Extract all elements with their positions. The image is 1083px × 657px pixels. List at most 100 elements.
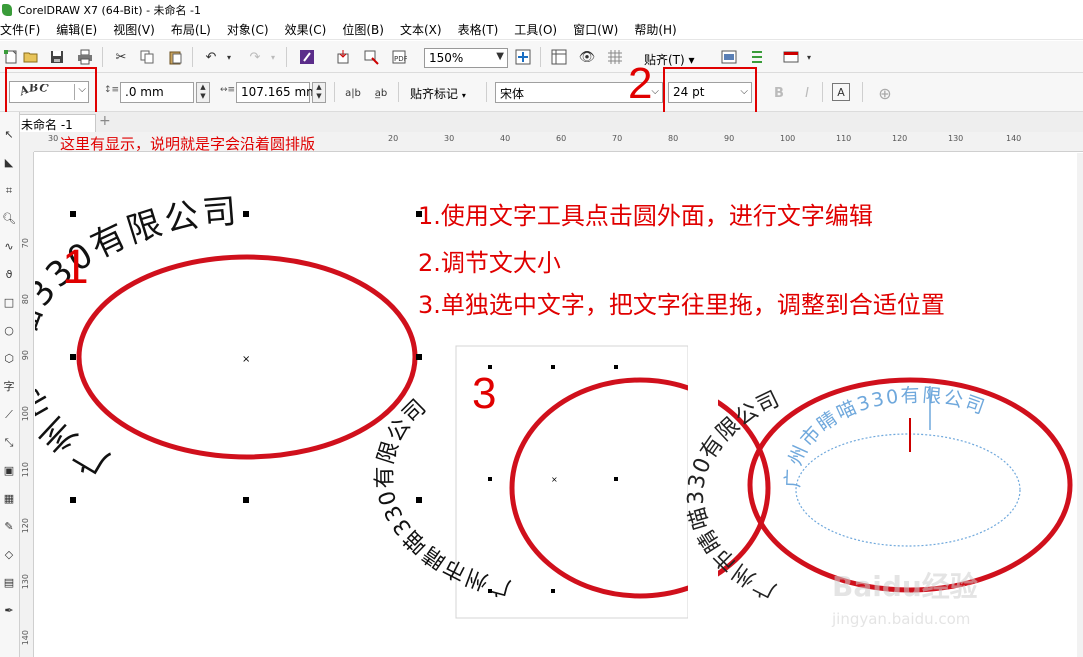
mirror-horizontal-icon[interactable]: a|b bbox=[344, 84, 362, 102]
application-launcher-icon[interactable] bbox=[748, 48, 766, 66]
menu-table[interactable]: 表格(T) bbox=[450, 21, 507, 38]
redo-dropdown-icon[interactable]: ▾ bbox=[264, 48, 282, 66]
text-properties-icon[interactable]: A bbox=[832, 83, 850, 101]
toolbox: ↖ ◣ ⌗ 🔍︎ ∿ ϑ □ ○ ⬡ 字 ⟋ ⤡ ▣ ▦ ✎ ◇ ▤ ✒ bbox=[0, 112, 20, 657]
step-1-annotation: 1.使用文字工具点击圆外面，进行文字编辑 bbox=[418, 202, 873, 230]
bold-icon[interactable]: B bbox=[770, 84, 788, 102]
ruler-tick: 20 bbox=[388, 134, 399, 143]
offset-icon: ↔≡ bbox=[220, 85, 236, 95]
menu-bar: 文件(F) 编辑(E) 视图(V) 布局(L) 对象(C) 效果(C) 位图(B… bbox=[0, 20, 1083, 40]
ruler-tick: 70 bbox=[612, 134, 623, 143]
paste-icon[interactable] bbox=[166, 48, 184, 66]
text-tool-icon[interactable]: 字 bbox=[2, 380, 16, 394]
standard-toolbar: ✂ ↶ ▾ ↷ ▾ PDF 150% ▼ 👁 贴齐(T) ▾ ▾ bbox=[0, 41, 1083, 73]
menu-layout[interactable]: 布局(L) bbox=[163, 21, 219, 38]
undo-dropdown-icon[interactable]: ▾ bbox=[220, 48, 238, 66]
interactive-fill-icon[interactable]: ◇ bbox=[2, 548, 16, 562]
shape-tool-icon[interactable]: ◣ bbox=[2, 156, 16, 170]
zoom-level-select[interactable]: 150% ▼ bbox=[424, 48, 508, 68]
artistic-media-icon[interactable]: ϑ bbox=[2, 268, 16, 282]
add-tab-icon[interactable]: + bbox=[99, 113, 111, 129]
annotation-number-2: 2 bbox=[628, 59, 653, 108]
ruler-tick: 120 bbox=[21, 518, 30, 534]
menu-tools[interactable]: 工具(O) bbox=[506, 21, 565, 38]
ruler-annotation: 这里有显示，说明就是字会沿着圆排版 bbox=[60, 135, 316, 153]
coreldraw-logo-icon bbox=[2, 3, 12, 16]
inner-dashed-ellipse bbox=[795, 433, 1021, 547]
full-screen-preview-icon[interactable] bbox=[514, 48, 532, 66]
redo-icon[interactable]: ↷ bbox=[246, 48, 264, 66]
freehand-tool-icon[interactable]: ∿ bbox=[2, 240, 16, 254]
save-icon[interactable] bbox=[48, 48, 66, 66]
rectangle-tool-icon[interactable]: □ bbox=[2, 296, 16, 310]
zoom-tool-icon[interactable]: 🔍︎ bbox=[2, 212, 16, 226]
svg-text:PDF: PDF bbox=[394, 55, 407, 63]
cut-icon[interactable]: ✂ bbox=[112, 48, 130, 66]
ruler-tick: 90 bbox=[724, 134, 735, 143]
main-arc-text: 广州市睛喵330有限公司 bbox=[35, 191, 241, 483]
show-rulers-icon[interactable] bbox=[550, 48, 568, 66]
menu-effects[interactable]: 效果(C) bbox=[277, 21, 335, 38]
menu-edit[interactable]: 编辑(E) bbox=[48, 21, 105, 38]
crop-tool-icon[interactable]: ⌗ bbox=[2, 184, 16, 198]
snap-marks-menu[interactable]: 贴齐标记 ▾ bbox=[410, 85, 466, 102]
snap-marks-label: 贴齐标记 bbox=[410, 87, 459, 101]
pick-tool-icon[interactable]: ↖ bbox=[2, 128, 16, 142]
drop-shadow-icon[interactable]: ▣ bbox=[2, 464, 16, 478]
ruler-tick: 130 bbox=[948, 134, 964, 143]
open-icon[interactable] bbox=[22, 48, 40, 66]
vertical-scrollbar[interactable] bbox=[1077, 153, 1083, 657]
add-icon[interactable]: ⊕ bbox=[876, 84, 894, 103]
menu-bitmaps[interactable]: 位图(B) bbox=[334, 21, 392, 38]
step-2-annotation: 2.调节文大小 bbox=[418, 249, 561, 277]
smart-fill-icon[interactable]: ▤ bbox=[2, 576, 16, 590]
ruler-tick: 30 bbox=[48, 134, 59, 143]
export-pdf-icon[interactable]: PDF bbox=[390, 48, 408, 66]
ruler-tick: 40 bbox=[500, 134, 511, 143]
distance-from-path-input[interactable]: .0 mm bbox=[120, 82, 194, 103]
ruler-tick: 80 bbox=[668, 134, 679, 143]
ruler-tick: 100 bbox=[780, 134, 796, 143]
ruler-tick: 130 bbox=[21, 574, 30, 590]
watermark-url: jingyan.baidu.com bbox=[831, 610, 970, 628]
options-icon[interactable] bbox=[720, 48, 738, 66]
new-document-icon[interactable] bbox=[2, 48, 20, 66]
highlight-box-text-orientation bbox=[5, 67, 97, 114]
distance-spin-buttons[interactable]: ▲ ▼ bbox=[196, 82, 210, 103]
offset-spin-buttons[interactable]: ▲ ▼ bbox=[312, 82, 326, 103]
menu-text[interactable]: 文本(X) bbox=[392, 21, 450, 38]
annotation-number-1: 1 bbox=[62, 241, 89, 294]
polygon-tool-icon[interactable]: ⬡ bbox=[2, 352, 16, 366]
outline-pen-icon[interactable]: ✒ bbox=[2, 604, 16, 618]
view-mode-icon[interactable]: 👁 bbox=[578, 48, 596, 66]
copy-icon[interactable] bbox=[138, 48, 156, 66]
menu-window[interactable]: 窗口(W) bbox=[565, 21, 626, 38]
offset-value: 107.165 mm bbox=[241, 85, 318, 99]
vertical-ruler[interactable]: 70 80 90 100 110 120 130 140 bbox=[20, 152, 34, 657]
svg-text:×: × bbox=[551, 475, 558, 484]
mirror-vertical-icon[interactable]: a̲b bbox=[372, 84, 390, 102]
menu-file[interactable]: 文件(F) bbox=[0, 21, 48, 38]
menu-help[interactable]: 帮助(H) bbox=[626, 21, 684, 38]
parallel-dimension-icon[interactable]: ⟋ bbox=[2, 408, 16, 422]
italic-icon[interactable]: I bbox=[798, 84, 816, 102]
import-icon[interactable] bbox=[334, 48, 352, 66]
welcome-dropdown-icon[interactable]: ▾ bbox=[800, 48, 818, 66]
ellipse-tool-icon[interactable]: ○ bbox=[2, 324, 16, 338]
print-icon[interactable] bbox=[76, 48, 94, 66]
undo-icon[interactable]: ↶ bbox=[202, 48, 220, 66]
welcome-screen-icon[interactable] bbox=[782, 48, 800, 66]
ruler-origin-icon[interactable] bbox=[20, 132, 34, 152]
menu-object[interactable]: 对象(C) bbox=[219, 21, 277, 38]
show-grid-icon[interactable] bbox=[606, 48, 624, 66]
transparency-tool-icon[interactable]: ▦ bbox=[2, 492, 16, 506]
menu-view[interactable]: 视图(V) bbox=[105, 21, 163, 38]
color-eyedropper-icon[interactable]: ✎ bbox=[2, 520, 16, 534]
offset-input[interactable]: 107.165 mm bbox=[236, 82, 318, 103]
export-icon[interactable] bbox=[362, 48, 380, 66]
ruler-tick: 120 bbox=[892, 134, 908, 143]
annotation-number-3: 3 bbox=[472, 369, 497, 418]
document-tab[interactable]: 未命名 -1 bbox=[14, 114, 96, 132]
search-content-icon[interactable] bbox=[298, 48, 316, 66]
connector-tool-icon[interactable]: ⤡ bbox=[2, 436, 16, 450]
